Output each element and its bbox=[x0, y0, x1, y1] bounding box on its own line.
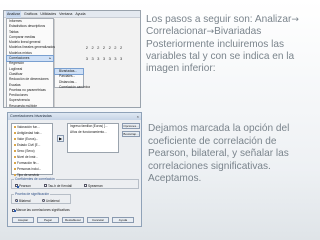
significance-group: Prueba de significación Bilateral Unilat… bbox=[11, 192, 71, 204]
menu-item-label: Regresión bbox=[9, 61, 25, 66]
analyze-dropdown: Informes Estadísticos descriptivos Tabla… bbox=[6, 18, 56, 108]
close-icon[interactable]: × bbox=[137, 113, 139, 120]
menu-item-label: Loglineal bbox=[9, 66, 23, 71]
menu-item-label: Correlaciones bbox=[9, 56, 30, 61]
menu-item-label: Modelo lineal general bbox=[9, 40, 41, 45]
unilateral-radio[interactable]: Unilateral bbox=[42, 199, 59, 203]
instructions-bottom: Dejamos marcada la opción del coeficient… bbox=[148, 123, 289, 186]
bootstrap-button[interactable]: Bootstrap... bbox=[122, 131, 140, 137]
instruction-line: imagen inferior: bbox=[146, 63, 216, 75]
menu-utilidades[interactable]: Utilidades bbox=[40, 11, 56, 18]
side-buttons: Opciones... Bootstrap... bbox=[122, 123, 140, 139]
instruction-text: Correlacionar bbox=[146, 26, 207, 38]
selected-variable-item[interactable]: Años de funcionamiento... bbox=[68, 130, 118, 136]
menu-item-label: Predicciones bbox=[9, 93, 28, 98]
bivariate-correlations-dialog: Correlaciones bivariadas × Valoración fu… bbox=[7, 112, 142, 227]
coefficients-group-title: Coeficientes de correlación bbox=[14, 177, 56, 181]
instruction-line: Posteriormente incluiremos las bbox=[146, 38, 285, 50]
submenu-item-canonica[interactable]: Correlación canónica bbox=[55, 85, 90, 90]
paste-button[interactable]: Pegar bbox=[37, 217, 59, 223]
instruction-line: coeficiente de correlación de bbox=[148, 135, 277, 147]
menu-ayuda[interactable]: Ayuda bbox=[75, 11, 85, 18]
menu-item-label: Pruebas no paramétricas bbox=[9, 87, 46, 92]
checkbox-label: Marcar las correlaciones significativas bbox=[16, 208, 70, 212]
menu-ventana[interactable]: Ventana bbox=[59, 11, 72, 18]
pearson-checkbox[interactable]: Pearson bbox=[15, 184, 31, 188]
menu-item-label: Respuesta múltiple bbox=[9, 103, 38, 108]
menu-item-label: Estadísticos descriptivos bbox=[9, 24, 46, 29]
menu-item-label: Comparar medias bbox=[9, 34, 36, 39]
menu-item[interactable]: Respuesta múltiple bbox=[7, 103, 53, 108]
analyze-menu-screenshot: Analizar Gráficos Utilidades Ventana Ayu… bbox=[3, 10, 141, 108]
arrow-icon: → bbox=[206, 27, 215, 38]
instruction-line: Aceptamos. bbox=[148, 173, 202, 184]
kendall-checkbox[interactable]: Tau-b de Kendall bbox=[44, 184, 72, 188]
reset-button[interactable]: Restablecer bbox=[62, 217, 84, 223]
menu-graficos[interactable]: Gráficos bbox=[24, 11, 37, 18]
grid-cell: 3 bbox=[120, 56, 123, 61]
radio-selected bbox=[15, 199, 18, 203]
menu-item-label: Tablas bbox=[9, 29, 19, 34]
help-button[interactable]: Ayuda bbox=[112, 217, 134, 223]
instruction-line: variables tal y con se indica en la bbox=[146, 50, 295, 62]
instruction-line: Correlacionar→Bivariadas bbox=[146, 26, 299, 38]
options-button[interactable]: Opciones... bbox=[122, 123, 140, 129]
cancel-button[interactable]: Cancelar bbox=[87, 217, 109, 223]
instruction-line: Dejamos marcada la opción del bbox=[148, 123, 290, 134]
checkbox-checked bbox=[15, 184, 18, 188]
coefficients-group: Coeficientes de correlación Pearson Tau-… bbox=[11, 177, 139, 189]
instructions-top: Los pasos a seguir son: Analizar→ Correl… bbox=[146, 14, 299, 75]
source-variable-list[interactable]: Valoración fun... Antigüedad hab... Valo… bbox=[11, 123, 53, 177]
menu-item-label: Modelos mixtos bbox=[9, 50, 32, 55]
dialog-title: Correlaciones bivariadas bbox=[10, 114, 52, 118]
checkbox bbox=[84, 184, 87, 188]
menu-analizar[interactable]: Analizar bbox=[6, 11, 21, 18]
checkbox-label: Spearman bbox=[88, 183, 103, 188]
significance-group-title: Prueba de significación bbox=[14, 192, 51, 196]
dialog-title-bar: Correlaciones bivariadas × bbox=[8, 113, 141, 120]
checkbox-label: Pearson bbox=[19, 183, 31, 188]
grid-cell: 2 bbox=[120, 45, 123, 50]
data-grid: 2 2 2 2 2 2 2 3 3 3 3 3 3 3 bbox=[84, 45, 124, 67]
correlations-submenu: Bivariadas... Parciales... Distancias...… bbox=[54, 67, 90, 90]
instruction-line: Los pasos a seguir son: Analizar→ bbox=[146, 14, 299, 26]
bilateral-radio[interactable]: Bilateral bbox=[15, 199, 31, 203]
checkbox-label: Tau-b de Kendall bbox=[48, 183, 72, 188]
accept-button[interactable]: Aceptar bbox=[12, 217, 34, 223]
instruction-text: Bivariadas bbox=[214, 26, 262, 38]
checkbox bbox=[44, 184, 47, 188]
menu-item-label: Informes bbox=[9, 19, 22, 23]
dialog-footer: Aceptar Pegar Restablecer Cancelar Ayuda bbox=[12, 217, 134, 223]
radio-label: Unilateral bbox=[46, 198, 60, 203]
instruction-text: Los pasos a seguir son: Analizar bbox=[146, 14, 292, 25]
menu-item-label: Clasificar bbox=[9, 71, 23, 76]
menu-item-label: Reducción de dimensiones bbox=[9, 77, 49, 82]
radio bbox=[42, 199, 45, 203]
menubar: Analizar Gráficos Utilidades Ventana Ayu… bbox=[4, 11, 140, 18]
checkbox-checked bbox=[12, 208, 15, 212]
spearman-checkbox[interactable]: Spearman bbox=[84, 184, 103, 188]
move-variable-button[interactable]: ▶ bbox=[57, 135, 64, 142]
instruction-line: Pearson, bilateral, y señalar las bbox=[148, 148, 289, 159]
menu-item-label: Supervivencia bbox=[9, 98, 30, 103]
flag-significant-checkbox[interactable]: Marcar las correlaciones significativas bbox=[12, 208, 70, 212]
arrow-icon: → bbox=[291, 15, 299, 25]
instruction-line: correlaciones significativas. bbox=[148, 160, 271, 172]
radio-label: Bilateral bbox=[19, 198, 31, 203]
menu-item-label: Escalas bbox=[9, 82, 21, 87]
selected-variable-list[interactable]: Ingreso familiar (Euros) [... Años de fu… bbox=[67, 123, 119, 153]
menu-item-label: Modelos lineales generalizados bbox=[9, 45, 56, 50]
